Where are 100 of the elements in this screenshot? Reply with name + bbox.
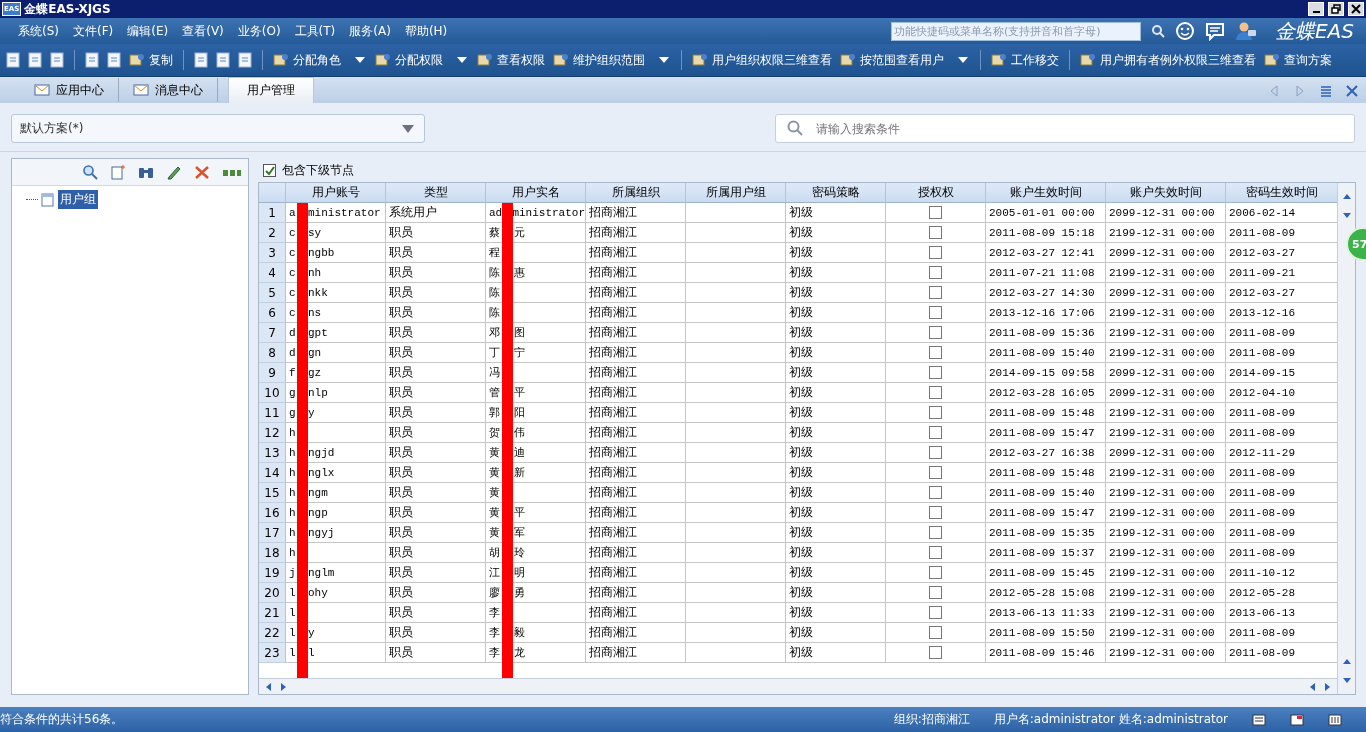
search-icon[interactable]	[82, 164, 98, 180]
horizontal-scrollbar[interactable]	[259, 678, 1337, 694]
column-header[interactable]: 所属组织	[586, 183, 686, 203]
column-header[interactable]: 授权权	[886, 183, 986, 203]
checkbox[interactable]	[929, 326, 942, 339]
table-cell: 招商湘江	[586, 563, 686, 583]
brand-logo: 金蝶EAS	[1275, 17, 1354, 45]
checkbox[interactable]	[929, 566, 942, 579]
close-icon[interactable]	[1346, 85, 1358, 97]
toolbar-button[interactable]: 分配权限	[373, 51, 471, 69]
restore-button[interactable]	[1328, 2, 1344, 16]
toolbar-icon[interactable]	[48, 51, 66, 69]
grid-icon[interactable]	[1328, 713, 1342, 726]
checkbox[interactable]	[929, 466, 942, 479]
menu-item[interactable]: 系统(S)	[18, 22, 59, 40]
checkbox[interactable]	[929, 406, 942, 419]
new-document-icon[interactable]	[110, 164, 126, 180]
toolbar-icon[interactable]	[192, 51, 210, 69]
table-cell: 2199-12-31 00:00	[1106, 403, 1226, 423]
menu-item[interactable]: 查看(V)	[182, 22, 224, 40]
toolbar-icon[interactable]	[4, 51, 22, 69]
column-header[interactable]: 用户实名	[486, 183, 586, 203]
toolbar-button[interactable]: 工作移交	[989, 51, 1061, 69]
search-icon[interactable]	[1151, 24, 1165, 38]
menu-item[interactable]: 编辑(E)	[127, 22, 169, 40]
table-cell: 2011-08-09 15:48	[986, 463, 1106, 483]
menu-item[interactable]: 业务(O)	[237, 22, 281, 40]
table-cell: 初级	[786, 443, 886, 463]
table-cell: 初级	[786, 643, 886, 663]
checkbox[interactable]	[929, 266, 942, 279]
checkbox[interactable]	[929, 346, 942, 359]
minimize-button[interactable]	[1308, 2, 1324, 16]
table-cell: 2199-12-31 00:00	[1106, 343, 1226, 363]
smiley-icon[interactable]	[1175, 21, 1195, 41]
toolbar-button[interactable]: 复制	[127, 51, 175, 69]
envelope-icon	[34, 83, 50, 97]
scheme-dropdown[interactable]: 默认方案(*)	[11, 114, 425, 143]
column-header[interactable]: 账户失效时间	[1106, 183, 1226, 203]
checkbox[interactable]	[929, 526, 942, 539]
checkbox[interactable]	[929, 386, 942, 399]
checkbox[interactable]	[929, 226, 942, 239]
table-cell: 2011-08-09 15:46	[986, 643, 1106, 663]
quick-search-field[interactable]: 功能快捷码或菜单名称(支持拼音和首字母)	[891, 21, 1141, 41]
toolbar-button[interactable]: 用户拥有者例外权限三维查看	[1078, 51, 1258, 69]
checkbox[interactable]	[929, 646, 942, 659]
tree-item[interactable]: 用户组	[58, 190, 98, 209]
column-header[interactable]: 密码策略	[786, 183, 886, 203]
checkbox[interactable]	[929, 446, 942, 459]
checkbox[interactable]	[929, 426, 942, 439]
toolbar-button[interactable]: 分配角色	[271, 51, 369, 69]
table-cell: 2012-03-27 16:38	[986, 443, 1106, 463]
edit-icon[interactable]	[166, 164, 182, 180]
checkbox[interactable]	[929, 306, 942, 319]
table-cell: 职员	[386, 283, 486, 303]
tab[interactable]: 消息中心	[119, 78, 218, 102]
toolbar-icon[interactable]	[105, 51, 123, 69]
menu-item[interactable]: 服务(A)	[349, 22, 391, 40]
toolbar-icon[interactable]	[26, 51, 44, 69]
column-header[interactable]: 所属用户组	[686, 183, 786, 203]
toolbar-icon[interactable]	[83, 51, 101, 69]
checkbox[interactable]	[929, 506, 942, 519]
list-icon[interactable]	[1252, 713, 1266, 726]
toolbar-icon[interactable]	[214, 51, 232, 69]
column-header[interactable]: 类型	[386, 183, 486, 203]
checkbox[interactable]	[263, 163, 276, 177]
checkbox[interactable]	[929, 606, 942, 619]
status-message: 符合条件的共计56条。	[0, 711, 124, 728]
search-field[interactable]: 请输入搜索条件	[775, 114, 1355, 143]
column-header[interactable]: 账户生效时间	[986, 183, 1106, 203]
menu-item[interactable]: 帮助(H)	[404, 22, 448, 40]
checkbox[interactable]	[929, 626, 942, 639]
tab[interactable]: 用户管理	[228, 77, 314, 103]
toolbar-button[interactable]: 查询方案	[1262, 51, 1334, 69]
toolbar-button[interactable]: 查看权限	[475, 51, 547, 69]
row-number: 17	[259, 523, 286, 543]
checkbox[interactable]	[929, 546, 942, 559]
message-icon[interactable]	[1205, 21, 1225, 41]
menu-item[interactable]: 工具(T)	[294, 22, 336, 40]
menu-item[interactable]: 文件(F)	[73, 22, 114, 40]
checkbox[interactable]	[929, 206, 942, 219]
checkbox[interactable]	[929, 286, 942, 299]
delete-icon[interactable]	[194, 164, 210, 180]
table-cell: 招商湘江	[586, 383, 686, 403]
checkbox[interactable]	[929, 586, 942, 599]
checkbox[interactable]	[929, 486, 942, 499]
toolbar-icon[interactable]	[236, 51, 254, 69]
toolbar-button[interactable]: 维护组织范围	[551, 51, 673, 69]
close-button[interactable]	[1348, 2, 1364, 16]
checkbox[interactable]	[929, 366, 942, 379]
user-icon[interactable]	[1235, 21, 1257, 41]
table-cell: 2199-12-31 00:00	[1106, 263, 1226, 283]
toolbar-icon	[692, 52, 708, 68]
column-header[interactable]: 用户账号	[286, 183, 386, 203]
window-icon[interactable]	[1290, 713, 1304, 726]
checkbox[interactable]	[929, 246, 942, 259]
envelope-icon	[133, 83, 149, 97]
vertical-scrollbar[interactable]	[1337, 183, 1355, 694]
toolbar-button[interactable]: 按范围查看用户	[838, 51, 972, 69]
toolbar-button[interactable]: 用户组织权限三维查看	[690, 51, 834, 69]
tab[interactable]: 应用中心	[20, 78, 119, 102]
